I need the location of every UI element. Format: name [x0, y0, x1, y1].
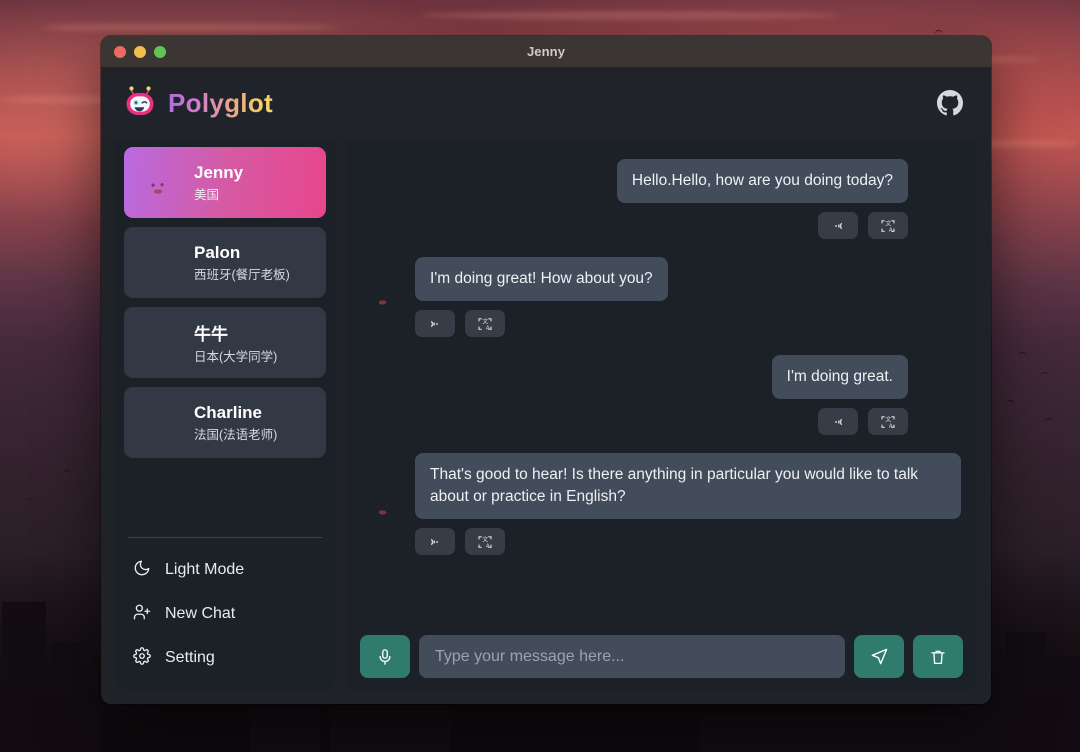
github-icon[interactable]	[937, 90, 963, 116]
message-bubble: I'm doing great.	[772, 355, 908, 399]
app-body: Jenny 美国 Palon 西班牙(餐厅老板) 牛牛 日本(大学同学)	[101, 139, 991, 704]
contact-subtitle: 美国	[194, 184, 243, 203]
svg-text:文: 文	[482, 317, 488, 325]
contact-subtitle: 日本(大学同学)	[194, 346, 277, 365]
person-plus-icon	[133, 603, 151, 626]
composer	[360, 631, 963, 678]
sidebar-divider	[128, 537, 322, 538]
svg-text:A: A	[486, 543, 490, 549]
message-actions: 文 A	[818, 212, 908, 239]
bird-icon	[1040, 371, 1050, 377]
message-row: Hello.Hello, how are you doing today?	[362, 159, 961, 239]
robot-logo-icon	[123, 84, 157, 123]
close-button[interactable]	[114, 46, 126, 58]
sidebar-spacer	[124, 467, 326, 533]
brand-name: Polyglot	[168, 88, 273, 119]
translate-icon[interactable]: 文 A	[868, 408, 908, 435]
message-bubble: That's good to hear! Is there anything i…	[415, 453, 961, 519]
message-row: I'm doing great.	[362, 355, 961, 435]
avatar	[136, 240, 181, 285]
contact-name: 牛牛	[194, 320, 277, 345]
translate-icon[interactable]: 文 A	[465, 528, 505, 555]
minimize-button[interactable]	[134, 46, 146, 58]
maximize-button[interactable]	[154, 46, 166, 58]
sidebar-item-niuniu[interactable]: 牛牛 日本(大学同学)	[124, 307, 326, 378]
contact-subtitle: 西班牙(餐厅老板)	[194, 264, 290, 283]
brand: Polyglot	[123, 84, 273, 123]
contact-name: Jenny	[194, 163, 243, 183]
avatar	[362, 273, 404, 315]
sidebar-item-charline[interactable]: Charline 法国(法语老师)	[124, 387, 326, 458]
microphone-icon[interactable]	[360, 635, 410, 678]
delete-button[interactable]	[913, 635, 963, 678]
translate-icon[interactable]: 文 A	[465, 310, 505, 337]
message-actions: 文 A	[415, 310, 505, 337]
svg-text:A: A	[889, 227, 893, 233]
svg-text:A: A	[889, 423, 893, 429]
sidebar-item-new-chat[interactable]: New Chat	[124, 592, 326, 636]
desktop-wallpaper: Jenny	[0, 0, 1080, 752]
message-actions: 文 A	[818, 408, 908, 435]
gear-icon	[133, 647, 151, 670]
avatar	[919, 371, 961, 413]
chat-panel: Hello.Hello, how are you doing today?	[346, 139, 977, 690]
bird-icon	[24, 497, 34, 503]
bird-icon	[1018, 351, 1028, 357]
message-bubble: I'm doing great! How about you?	[415, 257, 668, 301]
window-titlebar: Jenny	[101, 36, 991, 67]
svg-text:文: 文	[885, 415, 891, 423]
message-actions: 文 A	[415, 528, 505, 555]
bird-icon	[1044, 417, 1054, 423]
speaker-icon[interactable]	[415, 310, 455, 337]
svg-text:文: 文	[885, 219, 891, 227]
avatar	[362, 483, 404, 525]
sidebar: Jenny 美国 Palon 西班牙(餐厅老板) 牛牛 日本(大学同学)	[115, 139, 335, 690]
window-title: Jenny	[527, 44, 565, 59]
speaker-icon[interactable]	[415, 528, 455, 555]
message-bubble: Hello.Hello, how are you doing today?	[617, 159, 908, 203]
message-row: I'm doing great! How about you?	[362, 257, 961, 337]
svg-text:文: 文	[482, 535, 488, 543]
avatar	[136, 320, 181, 365]
svg-text:A: A	[486, 325, 490, 331]
speaker-icon[interactable]	[818, 212, 858, 239]
sidebar-item-jenny[interactable]: Jenny 美国	[124, 147, 326, 218]
sidebar-item-label: Light Mode	[165, 561, 244, 579]
message-row: That's good to hear! Is there anything i…	[362, 453, 961, 555]
contact-name: Charline	[194, 403, 277, 423]
bird-icon	[1006, 399, 1016, 405]
bird-icon	[62, 469, 72, 475]
translate-icon[interactable]: 文 A	[868, 212, 908, 239]
sky-streak	[40, 24, 340, 31]
avatar	[919, 175, 961, 217]
message-list: Hello.Hello, how are you doing today?	[360, 151, 963, 631]
speaker-icon[interactable]	[818, 408, 858, 435]
sidebar-item-setting[interactable]: Setting	[124, 636, 326, 680]
avatar	[136, 400, 181, 445]
sidebar-item-light-mode[interactable]: Light Mode	[124, 548, 326, 592]
send-button[interactable]	[854, 635, 904, 678]
app-window: Jenny	[101, 36, 991, 704]
sidebar-item-label: Setting	[165, 649, 215, 667]
sidebar-item-label: New Chat	[165, 605, 235, 623]
sidebar-item-palon[interactable]: Palon 西班牙(餐厅老板)	[124, 227, 326, 298]
contact-subtitle: 法国(法语老师)	[194, 424, 277, 443]
moon-icon	[133, 559, 151, 582]
contact-name: Palon	[194, 243, 290, 263]
avatar	[136, 160, 181, 205]
sky-streak	[420, 12, 840, 19]
message-input[interactable]	[419, 635, 845, 678]
app-header: Polyglot	[101, 67, 991, 139]
window-controls[interactable]	[114, 36, 166, 67]
bird-icon	[934, 29, 944, 35]
